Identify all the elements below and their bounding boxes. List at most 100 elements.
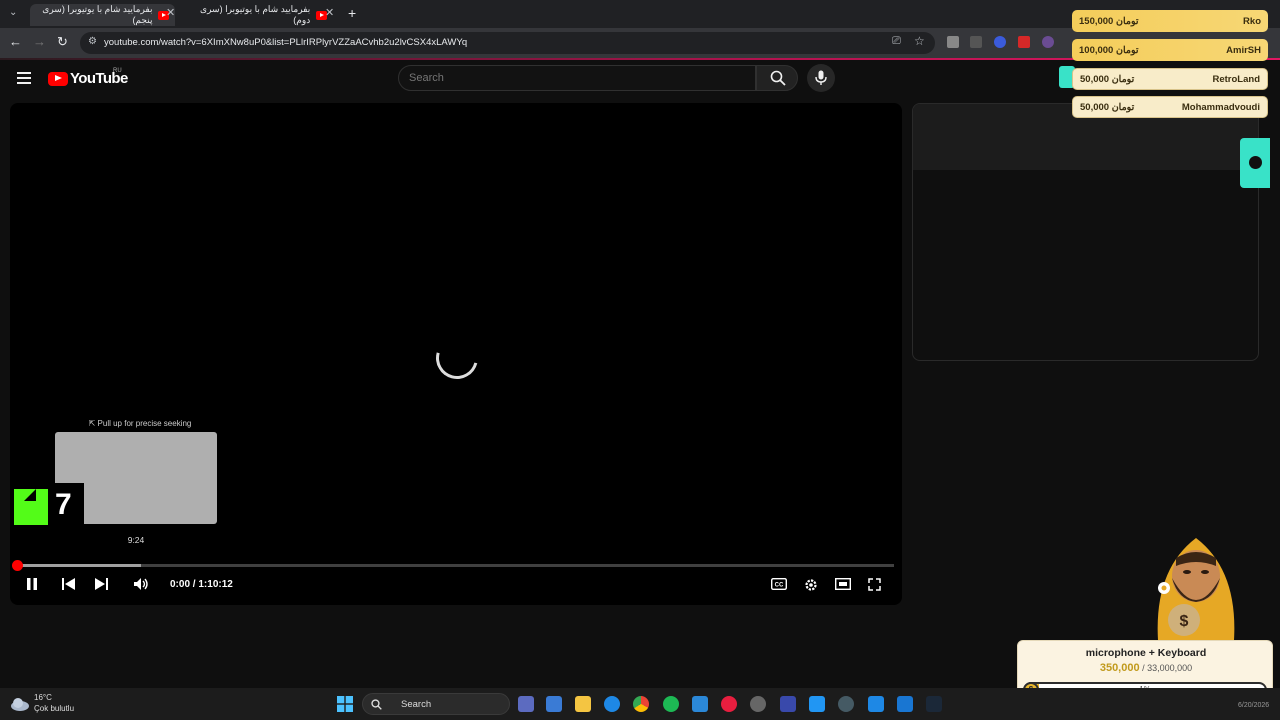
donation-name: Mohammadvoudi [1181,101,1260,113]
overlay-side-tab [1240,138,1270,188]
tab-title: بفرمایید شام با یوتیوبرا (سری پنجم) [42,4,153,25]
donation-currency: تومان [1111,73,1135,85]
opera-icon[interactable] [721,696,737,712]
tab-title: بفرمایید شام با یوتیوبرا (سری دوم) [200,4,311,25]
time-current: 0:00 [170,579,191,590]
tab-search-chevron-icon[interactable]: ⌄ [9,7,17,18]
widgets-icon[interactable] [546,696,562,712]
forward-arrow-icon[interactable]: → [33,34,46,49]
chrome-browser-icon[interactable] [633,696,649,712]
app-icon[interactable] [750,696,766,712]
volume-button[interactable] [134,578,150,593]
svg-text:CC: CC [775,583,784,589]
mascot-character-icon: $ [1157,538,1235,640]
search-input[interactable] [409,72,739,84]
voice-search-button[interactable] [807,64,835,92]
new-tab-button[interactable]: + [348,5,356,21]
app-icon[interactable] [897,696,913,712]
close-tab-icon[interactable]: ✕ [325,6,334,19]
taskbar-date[interactable]: 6/20/2026 [1238,702,1269,709]
seek-hint: ⇱ Pull up for precise seeking [88,419,192,428]
scrubber-handle[interactable] [12,560,23,571]
pause-icon [27,578,37,590]
video-player[interactable]: ⇱ Pull up for precise seeking 9:24 7 0:0… [10,103,902,605]
theater-mode-button[interactable] [834,577,852,593]
goal-raised: 350,000 [1099,662,1140,674]
country-code: RU [113,68,122,74]
weather-temperature[interactable]: 16°C [34,693,52,702]
donation-name: AmirSH [1226,44,1261,56]
address-bar[interactable]: ⚙ youtube.com/watch?v=6XImXNw8uP0&list=P… [80,32,935,54]
edge-browser-icon[interactable] [604,696,620,712]
donation-amount: 150,000 [1079,15,1114,27]
extension-icon[interactable] [1018,36,1030,48]
app-icon[interactable] [868,696,884,712]
kick-overlay: 7 [10,483,84,529]
reload-icon[interactable]: ↻ [57,34,68,50]
previous-button[interactable] [62,578,76,593]
donation-item: تومان 50,000 Mohammadvoudi [1072,96,1268,118]
taskbar-search[interactable]: Search [362,693,510,715]
extension-icon[interactable] [1042,36,1054,48]
extension-icon[interactable] [970,36,982,48]
volume-icon [134,578,148,590]
donation-amount: 100,000 [1079,44,1114,56]
file-explorer-icon[interactable] [575,696,591,712]
goal-amounts: 350,000 / 33,000,000 [1018,662,1274,674]
sidebar-placeholder [912,103,1259,361]
donation-item: تومان 100,000 AmirSH [1072,39,1268,61]
donation-name: Rko [1243,15,1261,27]
site-info-icon[interactable]: ⚙ [88,36,97,47]
spotify-icon[interactable] [663,696,679,712]
search-icon [371,699,382,710]
gear-icon [805,579,817,591]
svg-text:$: $ [1180,613,1189,630]
app-icon[interactable] [838,696,854,712]
app-icon[interactable] [780,696,796,712]
previous-icon [62,578,75,590]
microphone-icon [815,70,827,85]
time-total: 1:10:12 [198,579,233,590]
fullscreen-icon [868,578,881,591]
goal-title: microphone + Keyboard [1085,647,1207,659]
time-display: 0:00 / 1:10:12 [170,579,233,590]
settings-button[interactable] [804,578,818,595]
pause-button[interactable] [26,578,38,593]
subtitles-button[interactable]: CC [770,577,788,593]
extension-icon[interactable] [947,36,959,48]
menu-icon[interactable] [17,72,31,84]
overlay-logo-icon [1249,156,1262,169]
steam-icon[interactable] [926,696,942,712]
windows-start-icon[interactable] [337,696,353,712]
search-button[interactable] [756,65,798,91]
progress-bar[interactable] [18,564,894,567]
browser-tab-1[interactable]: بفرمایید شام با یوتیوبرا (سری پنجم) [30,4,175,26]
donation-amount: 50,000 [1080,73,1110,85]
closed-captions-icon: CC [770,577,788,591]
donation-currency: تومان [1115,44,1139,56]
app-icon[interactable] [809,696,825,712]
donation-item: تومان 150,000 Rko [1072,10,1268,32]
weather-description[interactable]: Çok bulutlu [34,704,74,713]
task-view-icon[interactable] [518,696,534,712]
install-app-icon[interactable]: ⎚ [892,35,901,48]
loading-spinner-icon [428,329,486,387]
donation-currency: تومان [1111,101,1135,113]
search-box[interactable] [398,65,756,91]
back-arrow-icon[interactable]: ← [9,34,22,49]
search-icon [770,70,786,86]
close-tab-icon[interactable]: ✕ [166,6,175,19]
next-button[interactable] [94,578,108,593]
store-icon[interactable] [692,696,708,712]
weather-cloud-icon[interactable] [10,696,30,712]
browser-tab-2[interactable]: بفرمایید شام با یوتیوبرا (سری دوم) [188,4,333,26]
next-icon [95,578,108,590]
seek-preview-time: 9:24 [127,535,145,545]
url-text[interactable]: youtube.com/watch?v=6XImXNw8uP0&list=PLl… [104,37,467,48]
youtube-logo[interactable]: YouTube RU [48,68,128,87]
fullscreen-button[interactable] [868,578,881,594]
bookmark-star-icon[interactable]: ☆ [914,34,925,48]
donation-amount: 50,000 [1080,101,1110,113]
extension-icon[interactable] [994,36,1006,48]
kick-logo-icon [14,489,48,525]
